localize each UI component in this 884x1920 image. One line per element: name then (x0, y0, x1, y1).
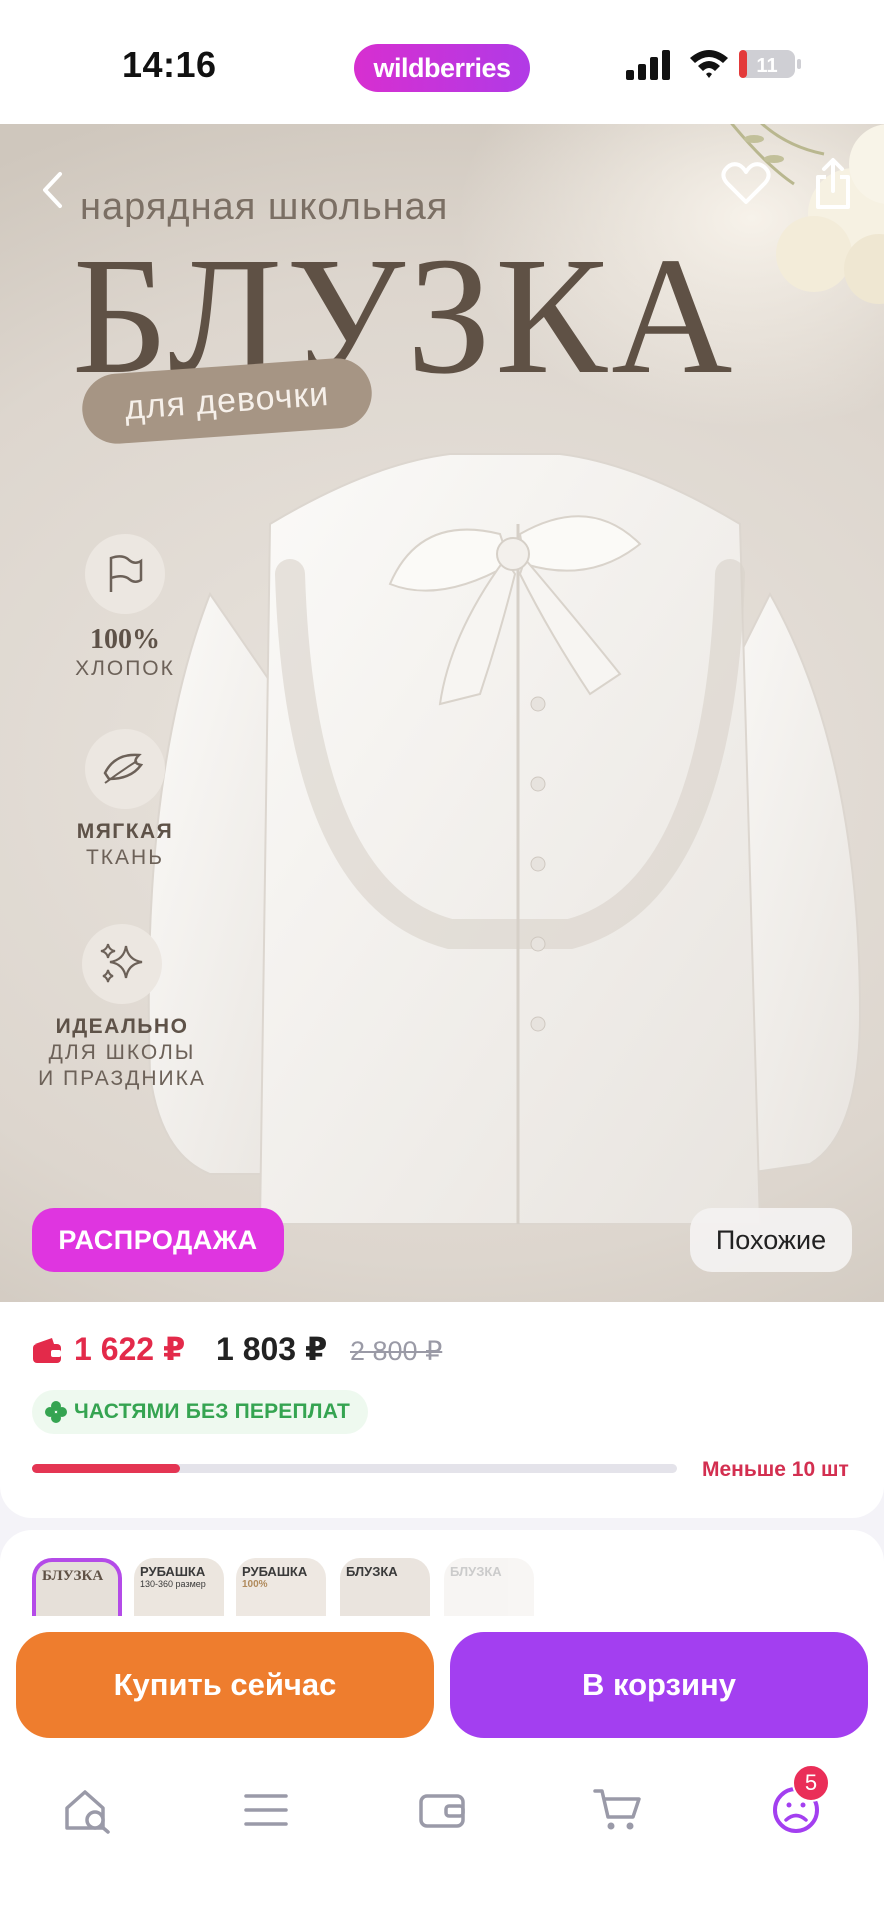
feature-soft-label: ТКАНЬ (85, 846, 164, 869)
old-price: 2 800 ₽ (350, 1336, 443, 1366)
bottom-panel: Купить сейчас В корзину 5 (0, 1616, 884, 1920)
feature-soft: МЯГКАЯ ТКАНЬ (60, 729, 190, 871)
tab-wallet[interactable] (412, 1782, 472, 1838)
similar-button[interactable]: Похожие (690, 1208, 852, 1272)
profile-badge: 5 (792, 1764, 830, 1802)
feature-cotton: 100% ХЛОПОК (60, 534, 190, 682)
feature-cotton-percent: 100% (90, 624, 160, 655)
tab-home[interactable] (58, 1782, 118, 1838)
stock-label: Меньше 10 шт (702, 1458, 849, 1481)
stock-progress-fill (32, 1464, 181, 1473)
feather-icon (85, 729, 165, 809)
signal-icon (626, 50, 670, 80)
wifi-icon (690, 50, 728, 78)
status-bar: 14:16 wildberries 11 (0, 0, 884, 124)
status-time: 14:16 (122, 44, 217, 85)
installments-badge[interactable]: ЧАСТЯМИ БЕЗ ПЕРЕПЛАТ (32, 1390, 369, 1434)
thumbnail-sub: 130-360 размер (140, 1579, 206, 1589)
buy-now-button[interactable]: Купить сейчас (16, 1632, 434, 1738)
tab-cart[interactable] (588, 1782, 648, 1838)
heart-icon (721, 162, 771, 204)
wallet-price: 1 622 ₽ (74, 1331, 186, 1367)
chevron-left-icon (43, 172, 62, 208)
feature-ideal-title: ИДЕАЛЬНО (55, 1015, 189, 1038)
thumbnail-sub: 100% (242, 1579, 268, 1590)
current-price: 1 803 ₽ (216, 1331, 328, 1367)
blouse-illustration (147, 453, 862, 1225)
battery-level: 11 (756, 55, 777, 77)
feature-cotton-label: ХЛОПОК (75, 657, 175, 680)
flag-icon (85, 534, 165, 614)
thumbnail-label: РУБАШКА (140, 1564, 206, 1579)
clover-icon (45, 1401, 67, 1423)
share-button[interactable] (806, 152, 860, 216)
catalog-menu-icon (244, 1794, 288, 1826)
installments-label: ЧАСТЯМИ БЕЗ ПЕРЕПЛАТ (74, 1400, 351, 1423)
brand-logo: wildberries (354, 44, 530, 92)
sparkle-icon (82, 924, 162, 1004)
feature-ideal: ИДЕАЛЬНО ДЛЯ ШКОЛЫ И ПРАЗДНИКА (32, 924, 212, 1092)
thumbnail-label: БЛУЗКА (42, 1568, 104, 1584)
wallet-icon (419, 1794, 465, 1828)
thumbnail-label: РУБАШКА (242, 1564, 308, 1579)
feature-ideal-line2: И ПРАЗДНИКА (38, 1067, 206, 1090)
stock-progress (32, 1464, 677, 1473)
thumbnail-label: БЛУЗКА (450, 1564, 502, 1579)
tab-catalog[interactable] (236, 1782, 296, 1838)
battery-icon: 11 (739, 50, 801, 78)
back-button[interactable] (30, 160, 74, 220)
add-to-cart-button[interactable]: В корзину (450, 1632, 868, 1738)
favorite-button[interactable] (716, 154, 776, 214)
cart-icon (593, 1789, 641, 1830)
sale-badge[interactable]: РАСПРОДАЖА (32, 1208, 284, 1272)
feature-ideal-line1: ДЛЯ ШКОЛЫ (48, 1041, 196, 1064)
home-search-icon (65, 1790, 110, 1834)
wallet-icon (33, 1338, 61, 1363)
feature-soft-title: МЯГКАЯ (76, 820, 174, 843)
thumbnail-label: БЛУЗКА (346, 1564, 398, 1579)
price-card: 1 622 ₽ 1 803 ₽ 2 800 ₽ ЧАСТЯМИ БЕЗ ПЕРЕ… (0, 1302, 884, 1518)
product-image[interactable]: нарядная школьная БЛУЗКА для девочки 100… (0, 124, 884, 1302)
share-icon (816, 158, 850, 209)
